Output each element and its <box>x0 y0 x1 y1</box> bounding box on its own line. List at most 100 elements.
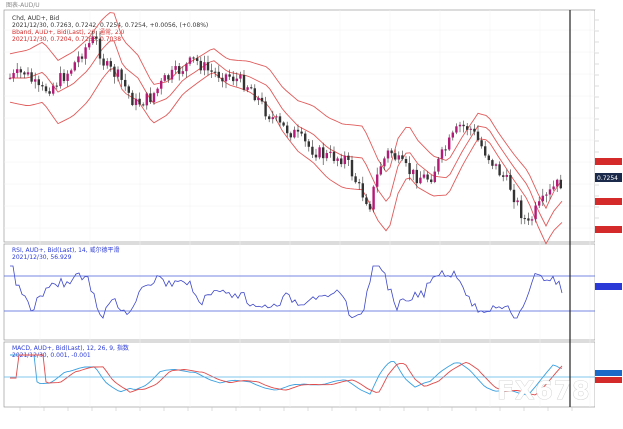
candle-body <box>134 98 138 106</box>
candle-body <box>491 160 494 166</box>
candle-body <box>206 62 210 71</box>
candle-body <box>257 97 260 101</box>
candle-body <box>160 80 163 89</box>
candle-body <box>332 151 336 161</box>
candle-body <box>264 101 267 117</box>
candle-body <box>509 174 512 190</box>
candle-body <box>170 69 174 80</box>
candle-body <box>142 104 145 106</box>
candle-body <box>12 72 15 78</box>
candle-body <box>156 88 159 94</box>
candle-body <box>422 174 426 178</box>
candle-body <box>116 69 120 77</box>
candle-body <box>91 36 94 44</box>
candle-body <box>210 70 213 72</box>
candle-body <box>228 74 231 77</box>
candle-body <box>304 133 307 142</box>
candle-body <box>26 72 30 75</box>
candle-body <box>232 76 235 82</box>
candle-body <box>520 200 523 219</box>
candle-body <box>444 149 447 151</box>
candle-body <box>23 72 26 75</box>
candle-body <box>401 155 404 159</box>
candle-body <box>365 197 368 205</box>
candle-body <box>448 137 451 150</box>
candle-body <box>77 56 80 63</box>
macd-badge <box>595 370 622 376</box>
candle-body <box>34 79 37 82</box>
candle-body <box>178 66 181 74</box>
chart-canvas[interactable]: 图表-AUD/U Chd, AUD+, Bid 2021/12/30, 0.72… <box>0 0 623 425</box>
candle-body <box>224 74 228 82</box>
candle-body <box>286 125 289 134</box>
candle-body <box>343 155 346 165</box>
candle-body <box>289 133 292 138</box>
candle-body <box>293 129 296 138</box>
candle-body <box>556 179 559 187</box>
candle-body <box>426 174 429 180</box>
macd-label: MACD, AUD+, Bid(Last), 12, 26, 9, 指数 <box>12 344 129 352</box>
candle-body <box>188 57 192 64</box>
rsi-label: RSI, AUD+, Bid(Last), 14, 威尔德平滑 <box>12 246 120 254</box>
candle-body <box>329 151 332 154</box>
candle-body <box>368 204 372 210</box>
candle-body <box>296 129 300 132</box>
candle-body <box>404 158 408 164</box>
bb-mid-badge <box>595 198 622 205</box>
candle-body <box>300 131 303 134</box>
candle-body <box>336 158 339 161</box>
candle-body <box>494 164 498 166</box>
bollinger-label: Bband, AUD+, Bid(Last), 20, 通常, 2.0 <box>12 28 125 36</box>
candle-body <box>473 128 476 132</box>
candle-body <box>307 141 310 147</box>
candle-body <box>55 85 58 87</box>
candle-body <box>181 71 184 74</box>
candle-body <box>113 66 116 77</box>
candle-body <box>44 86 48 92</box>
candle-body <box>260 97 264 102</box>
date-axis <box>4 408 595 423</box>
candle-body <box>527 218 530 221</box>
candle-body <box>440 149 444 159</box>
candle-body <box>199 60 202 71</box>
rsi-values: 2021/12/30, 56.929 <box>12 254 72 261</box>
candle-body <box>73 62 76 71</box>
candle-body <box>412 169 415 175</box>
candle-body <box>131 92 134 106</box>
candle-body <box>106 61 109 66</box>
candle-body <box>480 140 483 147</box>
candle-body <box>390 150 393 154</box>
candle-body <box>484 146 487 156</box>
candle-body <box>98 38 102 59</box>
price-axis <box>595 10 622 423</box>
candle-body <box>548 189 552 195</box>
candle-body <box>174 66 177 70</box>
candle-body <box>322 147 325 159</box>
symbol-label: Chd, AUD+, Bid <box>12 15 59 22</box>
candle-body <box>16 69 19 73</box>
candle-body <box>383 158 386 167</box>
candle-body <box>397 155 400 160</box>
candle-body <box>350 159 354 177</box>
candle-body <box>192 57 195 59</box>
candle-body <box>52 85 55 94</box>
candle-body <box>88 43 91 48</box>
candle-body <box>275 116 278 118</box>
candle-body <box>379 166 382 175</box>
candle-body <box>314 154 318 158</box>
candle-body <box>530 219 534 221</box>
candle-body <box>358 182 361 184</box>
candle-body <box>433 171 436 183</box>
candle-body <box>246 87 249 90</box>
candle-body <box>415 169 418 184</box>
candle-body <box>376 174 379 187</box>
candle-body <box>516 200 519 203</box>
candle-body <box>451 132 454 138</box>
trading-chart-window: 图表-AUD/U Chd, AUD+, Bid 2021/12/30, 0.72… <box>0 0 623 425</box>
bollinger-values: 2021/12/30, 0.7204, 0.7263, 0.7038 <box>12 36 121 43</box>
candle-body <box>559 179 562 189</box>
candle-body <box>242 74 246 90</box>
candle-body <box>466 126 469 130</box>
candle-body <box>340 158 343 165</box>
candle-body <box>70 70 73 74</box>
